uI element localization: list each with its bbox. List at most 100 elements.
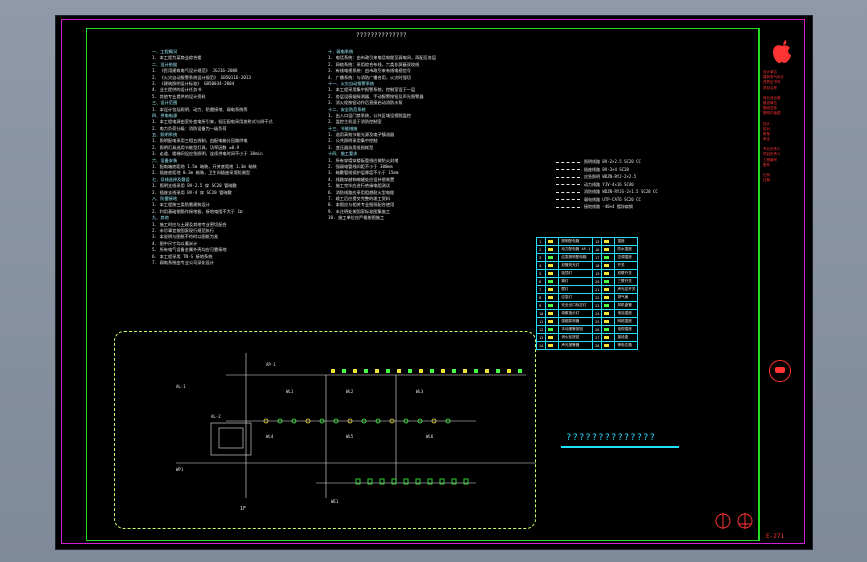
symbol-description: 接线盒	[614, 333, 639, 342]
symbol-icon	[548, 239, 554, 243]
symbol-description: 吸顶灯	[558, 269, 594, 278]
symbol-description: 网络插座	[614, 317, 639, 326]
symbol-number: 1	[535, 237, 547, 246]
title-block-field: 工程编号	[763, 157, 777, 162]
symbol-description: 电视插座	[614, 325, 639, 334]
title-block: 设计单位 建筑电气设计 资质证书号 项目名称 商业综合楼 建设单位 图纸名称 照明平面图 设计校…	[759, 28, 804, 541]
symbol-icon	[604, 335, 610, 339]
symbol-icon	[548, 255, 554, 259]
symbol-description: 声光报警器	[558, 341, 594, 350]
title-block-field: 设计	[763, 121, 770, 126]
title-block-field: 资质证书号	[763, 80, 781, 85]
device-symbol	[430, 369, 434, 373]
symbol-description: 排气扇	[614, 293, 639, 302]
symbol-row: 9 安全出口标志灯 23 风机盘管	[535, 301, 639, 310]
symbol-description: 筒灯	[558, 277, 594, 286]
symbol-swatch	[545, 293, 560, 302]
note-line: 10. 施工单位应严格按图施工	[328, 215, 385, 221]
title-block-field: 图纸名称	[763, 106, 777, 111]
title-block-field: 日期	[763, 178, 770, 183]
legend-line-item: 照明线路 BV-2×2.5 SC20 CC	[556, 159, 658, 167]
symbol-row: 3 应急照明配电箱 17 空调插座	[535, 253, 639, 262]
symbol-icon	[548, 327, 554, 331]
symbol-number: 22	[592, 293, 603, 302]
symbol-swatch	[545, 237, 560, 246]
legend-line-item: 接地线路 -40×4 镀锌扁钢	[556, 204, 658, 212]
legend-line-item: 插座线路 BV-3×4 SC20	[556, 167, 658, 175]
symbol-swatch	[545, 261, 560, 270]
legend-line-label: 照明线路 BV-2×2.5 SC20 CC	[584, 159, 641, 164]
device-symbol	[485, 369, 489, 373]
symbol-legend-table: 1 照明配电箱 15 插座 2 动力配电箱 AP-1 16 防水插座 3 应急照明配电箱 17 空调插…	[535, 237, 639, 350]
symbol-icon	[548, 303, 554, 307]
device-symbol	[342, 369, 346, 373]
legend-line-item: 消防线路 WDZN-RYJS-2×1.5 SC20 CC	[556, 189, 658, 197]
legend-line-label: 应急照明 WDZN-BYJ-2×2.5	[584, 174, 637, 179]
symbol-number: 5	[535, 269, 547, 278]
device-symbol	[518, 369, 522, 373]
device-symbol	[397, 369, 401, 373]
symbol-number: 2	[535, 245, 547, 254]
legend-line-item: 动力线路 YJV-4×16 SC40	[556, 182, 658, 190]
title-block-field: 建设单位	[763, 100, 777, 105]
symbol-swatch	[601, 317, 616, 326]
symbol-icon	[604, 279, 610, 283]
device-symbol	[463, 369, 467, 373]
symbol-icon	[548, 319, 554, 323]
symbol-description: 插座	[614, 237, 639, 246]
symbol-number: 4	[535, 261, 547, 270]
line-sample	[556, 169, 580, 170]
symbol-icon	[548, 279, 554, 283]
symbol-row: 11 感烟探测器 25 网络插座	[535, 317, 639, 326]
cad-viewport[interactable]: ?????????????? 一、工程概况 1. 本工程为某商业综合楼 二、设计依据…	[55, 15, 813, 550]
symbol-description: 开关	[614, 261, 639, 270]
circuit-label: WL6	[426, 434, 434, 439]
panel-box	[218, 427, 244, 449]
symbol-description: 等电位箱	[614, 341, 639, 350]
symbol-icon	[604, 287, 610, 291]
design-notes-left: 一、工程概况 1. 本工程为某商业综合楼 二、设计依据 1. 《民用建筑电气设计规范》…	[152, 49, 347, 266]
symbol-description: 壁灯	[558, 285, 594, 294]
symbol-number: 13	[535, 333, 547, 342]
title-block-field: 商业综合楼	[763, 95, 781, 100]
device-symbol	[408, 369, 412, 373]
symbol-swatch	[545, 253, 560, 262]
symbol-swatch	[545, 333, 560, 342]
device-symbol	[496, 369, 500, 373]
symbol-icon	[548, 311, 554, 315]
device-symbol	[452, 369, 456, 373]
symbol-icon	[604, 327, 610, 331]
symbol-description: 手动报警按钮	[558, 325, 594, 334]
symbol-number: 23	[592, 301, 603, 310]
device-symbol	[375, 369, 379, 373]
symbol-swatch	[545, 245, 560, 254]
symbol-number: 28	[592, 341, 603, 350]
symbol-description: 电话插座	[614, 309, 639, 318]
title-block-fields: 设计单位 建筑电气设计 资质证书号 项目名称 商业综合楼 建设单位 图纸名称 照明平面图 设计校…	[763, 70, 784, 183]
circuit-label: AP-1	[266, 362, 276, 367]
title-underline	[561, 446, 679, 448]
system-diagram-title: ??????????????	[566, 433, 656, 443]
symbol-row: 4 双管荧光灯 18 开关	[535, 261, 639, 270]
symbol-description: 空调插座	[614, 253, 639, 262]
title-block-field: 审定	[763, 137, 770, 142]
symbol-number: 25	[592, 317, 603, 326]
line-sample	[556, 206, 580, 208]
symbol-description: 声光控开关	[614, 285, 639, 294]
legend-line-item: 弱电线路 UTP-CAT6 SC20 CC	[556, 197, 658, 205]
symbol-swatch	[601, 253, 616, 262]
line-sample	[556, 191, 580, 193]
wiring-diagram[interactable]: AL-1 AL-2 AP-1 WL1 WL2 WL3 WL4 WL5 WL6 WP1 WE1	[116, 333, 536, 523]
symbol-number: 12	[535, 325, 547, 334]
title-block-field: 照明平面图	[763, 111, 781, 116]
symbol-icon	[548, 343, 554, 347]
apple-logo-icon	[773, 40, 791, 63]
symbol-icon	[548, 247, 554, 251]
symbol-swatch	[601, 261, 616, 270]
symbol-description: 动力配电箱 AP-1	[558, 245, 594, 254]
circuit-label: AL-1	[176, 384, 186, 389]
symbol-swatch	[545, 309, 560, 318]
legend-line-item: 应急照明 WDZN-BYJ-2×2.5	[556, 174, 658, 182]
symbol-row: 2 动力配电箱 AP-1 16 防水插座	[535, 245, 639, 254]
symbol-swatch	[601, 285, 616, 294]
